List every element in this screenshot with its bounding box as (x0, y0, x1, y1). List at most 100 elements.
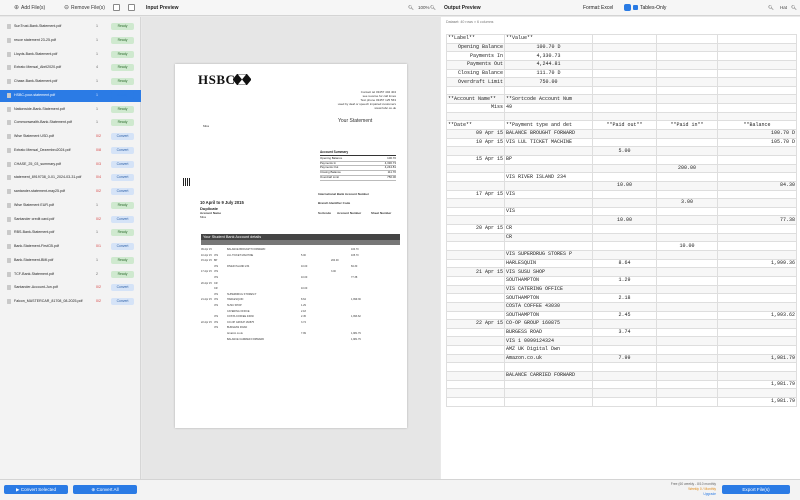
sheet-cell[interactable]: 2.18 (592, 293, 657, 303)
sheet-cell[interactable] (656, 232, 718, 243)
sheet-cell[interactable] (717, 327, 797, 338)
sheet-cell[interactable] (717, 172, 797, 182)
status-badge[interactable]: Convert (111, 215, 134, 223)
file-row[interactable]: Falcon_MASTERCAR_81708_08-2025.pdf 0/2 Con… (0, 296, 141, 308)
sheet-cell[interactable] (656, 129, 718, 139)
sheet-cell[interactable] (717, 232, 797, 243)
sheet-cell[interactable]: VIS SUPERDRUG STORES P (504, 250, 593, 260)
sheet-cell[interactable] (592, 301, 657, 312)
deselect-checkbox-icon[interactable] (128, 4, 135, 11)
status-badge[interactable]: Convert (111, 133, 134, 140)
sheet-cell[interactable] (717, 163, 797, 174)
sheet-cell[interactable]: VIS SUSU SHOP (504, 267, 593, 277)
sheet-cell[interactable] (592, 68, 657, 79)
sheet-cell[interactable]: SOUTHAMPTON (504, 275, 593, 286)
sheet-cell[interactable] (656, 284, 718, 295)
sheet-cell[interactable] (504, 198, 593, 208)
file-row[interactable]: Extrato Mensal_Abril2020.pdf 4 Ready (0, 62, 141, 74)
sheet-cell[interactable] (446, 284, 505, 295)
zoom-in-icon[interactable]: 🔍︎ (430, 3, 436, 13)
status-badge[interactable]: Convert (111, 284, 134, 292)
sheet-cell[interactable] (656, 172, 718, 182)
sheet-cell[interactable]: 1,981.79 (717, 379, 797, 390)
sheet-cell[interactable] (717, 224, 797, 234)
sheet-cell[interactable] (446, 310, 505, 321)
sheet-cell[interactable] (592, 396, 657, 407)
file-row[interactable]: statement_8919738_0-01_2024-03-31.pdf 0/4… (0, 172, 141, 184)
sheet-cell[interactable]: 84.30 (717, 180, 797, 191)
sheet-cell[interactable] (717, 154, 797, 165)
file-row[interactable]: Lloyds-Bank-Statement.pdf 1 Ready (0, 49, 141, 61)
sheet-cell[interactable] (717, 198, 797, 208)
sheet-cell[interactable] (717, 59, 797, 70)
sheet-cell[interactable] (592, 336, 657, 347)
file-row[interactable]: SunTrust-Bank-Statement.pdf 1 Ready (0, 21, 141, 33)
sheet-cell[interactable] (656, 327, 718, 338)
sheet-cell[interactable]: VIS CATERING OFFICE (504, 284, 593, 295)
sheet-cell[interactable]: 10.00 (592, 215, 657, 226)
sheet-cell[interactable]: 49 (504, 103, 593, 113)
sheet-cell[interactable] (446, 396, 505, 407)
sheet-cell[interactable] (656, 215, 718, 226)
file-row[interactable]: CHASE_25_03_summary.pdf 0/3 Convert (0, 159, 141, 171)
sheet-cell[interactable]: BURGESS ROAD (504, 327, 593, 338)
status-badge[interactable]: Ready (111, 23, 134, 30)
sheet-cell[interactable] (504, 180, 593, 191)
sheet-cell[interactable]: **Account Name** (446, 94, 505, 105)
sheet-cell[interactable]: **Sortcode Account Num (504, 94, 593, 105)
file-row[interactable]: Extrato Mensal_Dezembro2024.pdf 0/8 Conver… (0, 145, 141, 157)
upgrade-link[interactable]: Upgrade (660, 492, 716, 497)
sheet-cell[interactable]: **Value** (504, 34, 593, 44)
sheet-cell[interactable] (592, 224, 657, 234)
sheet-cell[interactable] (656, 137, 718, 148)
status-badge[interactable]: Convert (111, 146, 134, 154)
sheet-cell[interactable] (656, 371, 718, 381)
export-files-button[interactable]: Export File(s) (722, 485, 790, 494)
sheet-cell[interactable] (504, 241, 593, 251)
tables-only-checkbox[interactable] (633, 5, 638, 10)
sheet-cell[interactable] (446, 362, 505, 372)
sheet-cell[interactable] (446, 327, 505, 338)
sheet-cell[interactable] (504, 379, 593, 390)
sheet-cell[interactable] (717, 206, 797, 217)
sheet-cell[interactable]: CO-OP GROUP 160875 (504, 319, 593, 329)
status-badge[interactable]: Ready (111, 78, 134, 85)
file-row[interactable]: santander-statement-may25.pdf 0/2 Convert (0, 186, 141, 198)
file-row[interactable]: Santander-Account-Jun.pdf 0/2 Convert (0, 282, 141, 294)
sheet-cell[interactable] (592, 189, 657, 200)
sheet-cell[interactable] (592, 77, 657, 87)
sheet-cell[interactable] (717, 146, 797, 156)
sheet-cell[interactable] (656, 293, 718, 303)
sheet-cell[interactable]: 1,993.62 (717, 310, 797, 321)
sheet-cell[interactable]: 2.45 (592, 310, 657, 321)
sheet-cell[interactable]: VIS (504, 206, 593, 217)
sheet-cell[interactable] (656, 77, 718, 87)
sheet-cell[interactable] (446, 172, 505, 182)
status-badge[interactable]: Ready (111, 119, 134, 127)
sheet-cell[interactable]: **Date** (446, 120, 505, 131)
sheet-cell[interactable] (446, 85, 505, 96)
file-row[interactable]: Bank-Statement-BMI.pdf 1 Ready (0, 255, 141, 267)
sheet-cell[interactable] (446, 241, 505, 251)
status-badge[interactable]: Ready (111, 270, 134, 278)
sheet-cell[interactable] (446, 353, 505, 364)
status-badge[interactable]: Ready (111, 91, 134, 99)
sheet-cell[interactable]: 111.70 D (504, 68, 593, 79)
sheet-cell[interactable] (717, 275, 797, 286)
sheet-cell[interactable]: 8.64 (592, 258, 657, 269)
sheet-cell[interactable] (717, 362, 797, 372)
sheet-cell[interactable] (446, 146, 505, 156)
sheet-cell[interactable]: 5.00 (592, 146, 657, 156)
sheet-cell[interactable] (656, 224, 718, 234)
sheet-cell[interactable] (592, 267, 657, 277)
sheet-cell[interactable]: 1.29 (592, 275, 657, 286)
sheet-cell[interactable]: SOUTHAMPTON (504, 293, 593, 303)
status-badge[interactable]: Convert (111, 160, 134, 168)
status-badge[interactable]: Ready (111, 36, 134, 44)
sheet-cell[interactable] (446, 250, 505, 260)
status-badge[interactable]: Convert (111, 243, 134, 250)
sheet-cell[interactable]: Miss (446, 103, 505, 113)
sheet-cell[interactable]: 20 Apr 15 (446, 224, 505, 234)
file-row[interactable]: Santander credit card.pdf 0/2 Convert (0, 214, 141, 226)
sheet-cell[interactable] (446, 336, 505, 347)
